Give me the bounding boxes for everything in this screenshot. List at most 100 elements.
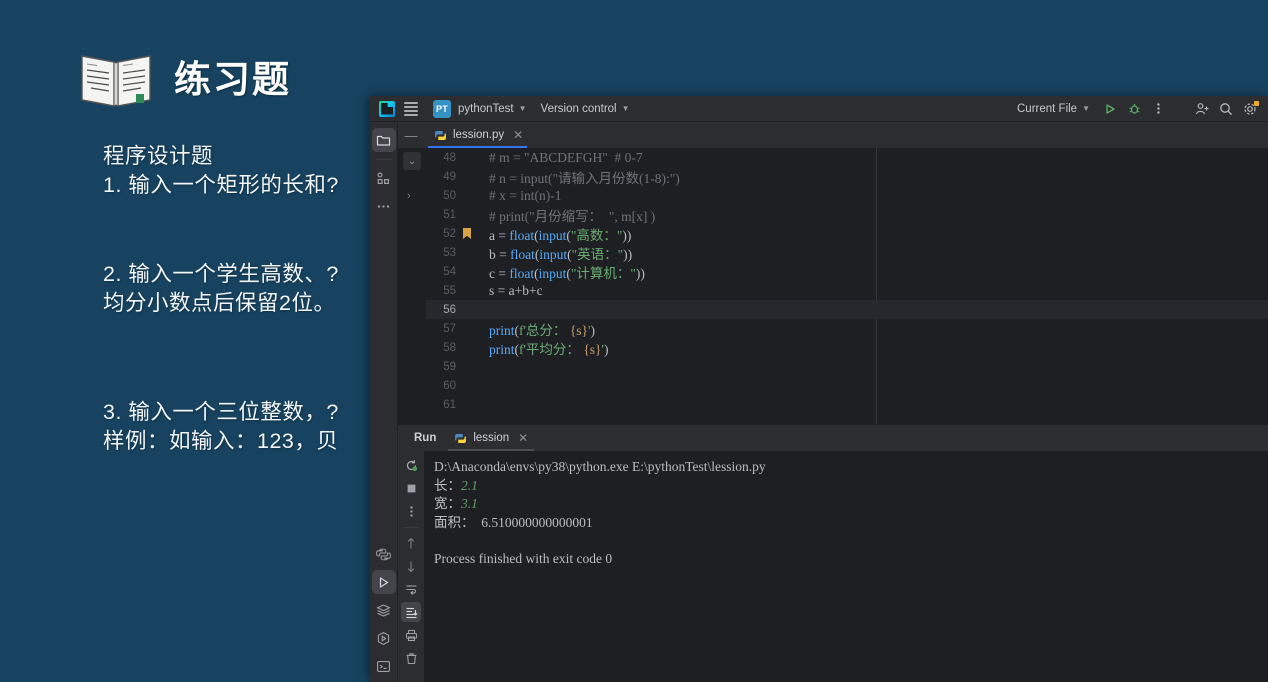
rerun-icon[interactable]: [401, 455, 421, 475]
editor-tab-lession-py[interactable]: lession.py ✕: [424, 122, 532, 148]
stop-icon[interactable]: [401, 478, 421, 498]
code-line-text: b = float(input("英语：")): [489, 246, 633, 262]
search-icon[interactable]: [1215, 99, 1237, 119]
code-line-text: s = a+b+c: [489, 282, 543, 298]
line-number: 53: [443, 246, 456, 259]
project-name-dropdown[interactable]: pythonTest ▼: [451, 99, 534, 119]
code-line[interactable]: 60: [426, 376, 1268, 395]
line-number: 59: [443, 360, 456, 373]
print-icon[interactable]: [401, 625, 421, 645]
run-panel-title: Run: [414, 432, 437, 444]
pycharm-logo-icon[interactable]: [375, 98, 399, 120]
code-line[interactable]: 56: [426, 300, 1268, 319]
down-arrow-icon[interactable]: [401, 556, 421, 576]
close-icon[interactable]: ✕: [513, 128, 523, 142]
more-vertical-icon[interactable]: [401, 501, 421, 521]
run-play-icon[interactable]: [1099, 99, 1121, 119]
slide-title: 练习题: [174, 58, 291, 100]
line-number: 48: [443, 151, 456, 164]
editor-tab-row: — lession.py ✕: [398, 122, 1268, 148]
code-line-text: # m = "ABCDEFGH" # 0-7: [489, 149, 643, 165]
code-line-text: c = float(input("计算机：")): [489, 265, 645, 281]
python-console-icon[interactable]: [372, 626, 396, 650]
code-line[interactable]: 54 c = float(input("计算机：")): [426, 262, 1268, 281]
version-control-label: Version control: [540, 102, 617, 115]
slide-title-row: 练习题: [78, 48, 291, 110]
console-line: 长：2.1: [434, 477, 478, 493]
chevron-down-icon: ▼: [518, 104, 527, 113]
debug-bug-icon[interactable]: [1123, 99, 1145, 119]
more-vertical-icon[interactable]: [1147, 99, 1169, 119]
line-number: 55: [443, 284, 456, 297]
close-icon[interactable]: ✕: [518, 431, 528, 445]
code-line[interactable]: 55 s = a+b+c: [426, 281, 1268, 300]
more-tool-windows-icon[interactable]: [372, 194, 396, 218]
code-line[interactable]: 51 # print("月份缩写： ", m[x] ): [426, 205, 1268, 224]
line-number: 54: [443, 265, 456, 278]
slide-line-3: 均分小数点后保留2位。: [103, 291, 336, 315]
bookmark-gutter[interactable]: [460, 228, 474, 239]
line-number: 49: [443, 170, 456, 183]
project-folder-icon[interactable]: [371, 128, 396, 152]
settings-update-badge: [1254, 100, 1259, 106]
run-tab-label: lession: [473, 432, 510, 444]
left-tool-strip: [370, 122, 398, 682]
code-line[interactable]: 57 print(f'总分： {s}'): [426, 319, 1268, 338]
line-number: 61: [443, 398, 456, 411]
code-line[interactable]: 59: [426, 357, 1268, 376]
line-number: 60: [443, 379, 456, 392]
code-line-text: # print("月份缩写： ", m[x] ): [489, 208, 656, 224]
chevron-down-icon: ▼: [1082, 104, 1090, 113]
code-line[interactable]: 58 print(f'平均分： {s}'): [426, 338, 1268, 357]
code-line[interactable]: 50 # x = int(n)-1: [426, 186, 1268, 205]
line-number: 51: [443, 208, 456, 221]
code-editor[interactable]: ⌄ › 48 # m = "ABCDEFGH" # 0-7 49 # n = inpu…: [398, 148, 1268, 424]
trash-icon[interactable]: [401, 648, 421, 668]
account-add-icon[interactable]: [1191, 99, 1213, 119]
run-tool-icon[interactable]: [371, 570, 396, 594]
collapse-icon[interactable]: —: [398, 122, 424, 148]
python-packages-icon[interactable]: [372, 542, 396, 566]
code-line-text: a = float(input("高数：")): [489, 227, 632, 243]
code-line[interactable]: 49 # n = input("请输入月份数(1-8):"): [426, 167, 1268, 186]
console-line: D:\Anaconda\envs\py38\python.exe E:\pyth…: [434, 459, 766, 474]
fold-collapse-icon[interactable]: ⌄: [403, 152, 421, 170]
terminal-icon[interactable]: [372, 654, 396, 678]
database-layers-icon[interactable]: [372, 598, 396, 622]
hamburger-menu-icon[interactable]: [399, 98, 423, 120]
console-line: 宽：3.1: [434, 496, 478, 511]
code-text-area[interactable]: 48 # m = "ABCDEFGH" # 0-7 49 # n = input("请…: [426, 148, 1268, 424]
editor-fold-gutter[interactable]: ⌄ ›: [398, 148, 426, 424]
settings-gear-icon[interactable]: [1239, 99, 1261, 119]
slide-line-4: 3. 输入一个三位整数，?: [103, 400, 339, 424]
console-output[interactable]: D:\Anaconda\envs\py38\python.exe E:\pyth…: [424, 451, 1268, 682]
line-number: 56: [443, 303, 456, 316]
code-line-text: # n = input("请输入月份数(1-8):"): [489, 170, 680, 186]
run-tab-lession[interactable]: lession ✕: [446, 425, 536, 451]
console-line: 面积： 6.510000000000001: [434, 514, 593, 530]
python-file-icon: [435, 130, 446, 140]
code-line[interactable]: 52 a = float(input("高数：")): [426, 224, 1268, 243]
project-badge: PT: [433, 99, 451, 118]
slide-line-1: 1. 输入一个矩形的长和?: [103, 173, 339, 197]
code-line-text: print(f'总分： {s}'): [489, 322, 595, 338]
line-number: 52: [443, 227, 456, 240]
commit-structure-icon[interactable]: [372, 166, 396, 190]
slide-line-5: 样例：如输入：123，贝: [103, 429, 339, 453]
editor-tab-label: lession.py: [453, 129, 505, 141]
scroll-to-end-icon[interactable]: [401, 602, 421, 622]
run-gutter-toolbar: [398, 451, 424, 682]
line-number: 58: [443, 341, 456, 354]
code-line[interactable]: 48 # m = "ABCDEFGH" # 0-7: [426, 148, 1268, 167]
soft-wrap-icon[interactable]: [401, 579, 421, 599]
slide-body: 程序设计题 1. 输入一个矩形的长和? 2. 输入一个学生高数、? 均分小数点后…: [103, 142, 339, 456]
code-line[interactable]: 53 b = float(input("英语：")): [426, 243, 1268, 262]
run-configuration-dropdown[interactable]: Current File ▼: [1010, 99, 1097, 119]
up-arrow-icon[interactable]: [401, 533, 421, 553]
fold-expand-icon[interactable]: ›: [407, 190, 411, 202]
code-line[interactable]: 61: [426, 395, 1268, 414]
ide-titlebar: PT pythonTest ▼ Version control ▼ Curren…: [370, 96, 1268, 122]
version-control-dropdown[interactable]: Version control ▼: [534, 99, 637, 119]
run-tab-row: Run lession ✕: [398, 425, 1268, 451]
